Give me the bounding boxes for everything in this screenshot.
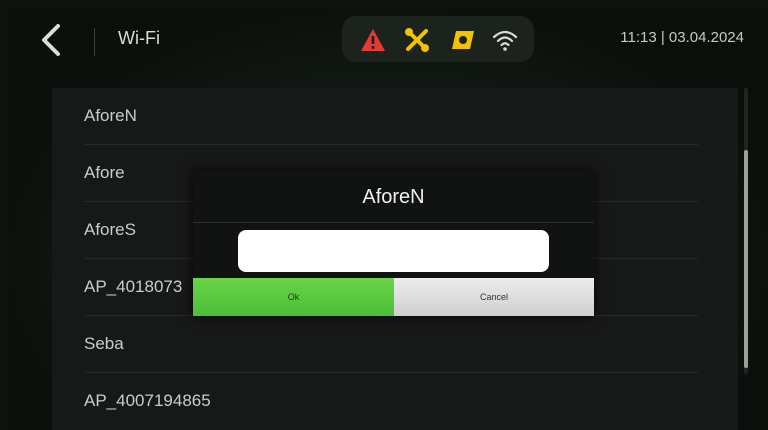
header-bar: Wi-Fi 11:13 | 03.04.2024: [8, 8, 768, 74]
back-button[interactable]: [34, 20, 68, 60]
datetime-label: 11:13 | 03.04.2024: [620, 29, 744, 46]
page-title: Wi-Fi: [118, 28, 160, 48]
password-input[interactable]: [238, 230, 549, 272]
warning-icon: [360, 28, 386, 52]
dialog-title: AforeN: [362, 186, 425, 208]
status-icons-bar: [342, 16, 534, 62]
chevron-left-icon: [42, 24, 60, 56]
wifi-password-dialog: AforeN Ok Cancel: [193, 170, 594, 316]
tools-icon: [404, 28, 430, 52]
wifi-network-item[interactable]: AforeN: [84, 88, 698, 145]
engine-icon: [450, 28, 476, 52]
wifi-network-item[interactable]: Seba: [84, 316, 698, 373]
ok-button[interactable]: Ok: [193, 278, 394, 316]
wifi-icon: [492, 28, 518, 52]
scrollbar-thumb[interactable]: [744, 150, 748, 368]
wifi-network-item[interactable]: AP_4007194865: [84, 373, 698, 429]
header-divider: [94, 28, 95, 56]
dialog-divider: [193, 222, 594, 223]
screen: Wi-Fi 11:13 | 03.04.2024 AforeN Afore Af…: [8, 8, 768, 430]
cancel-button[interactable]: Cancel: [394, 278, 594, 316]
